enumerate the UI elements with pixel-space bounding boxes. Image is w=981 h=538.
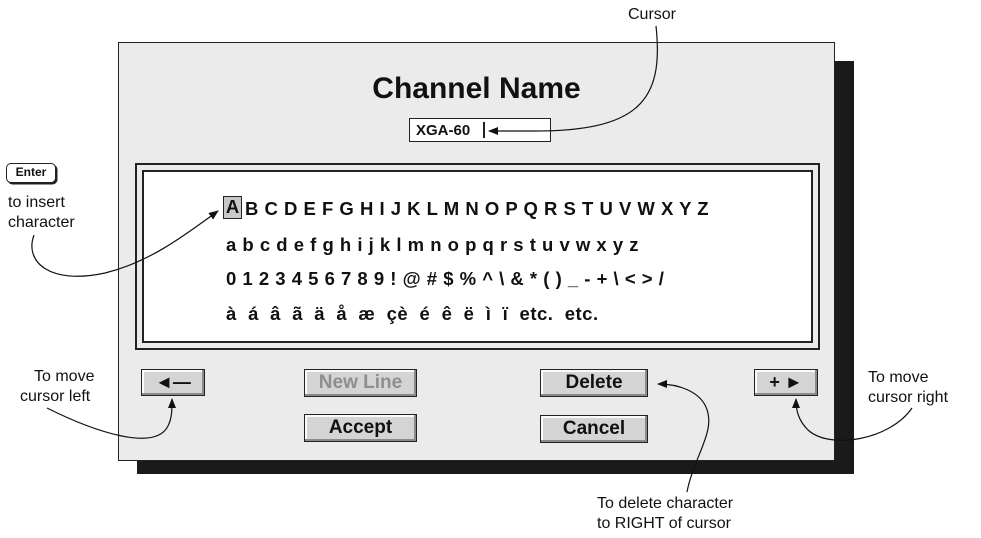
delete-leader-line	[657, 380, 710, 493]
move-right-leader-line	[792, 398, 913, 441]
enter-leader-line	[31, 210, 219, 277]
move-left-leader-line	[46, 398, 176, 439]
cursor-leader-line	[488, 25, 658, 135]
callout-leader-lines	[31, 25, 913, 493]
